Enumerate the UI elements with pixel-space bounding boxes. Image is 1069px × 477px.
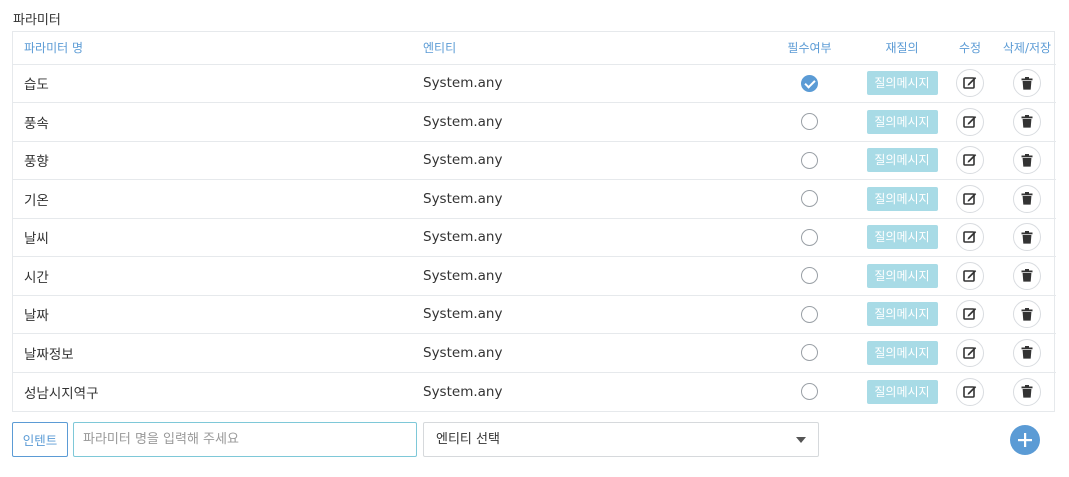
delete-button[interactable]: [1013, 338, 1041, 367]
delete-button[interactable]: [1013, 184, 1041, 213]
delete-button[interactable]: [1013, 107, 1041, 136]
required-radio[interactable]: [801, 190, 818, 208]
edit-button[interactable]: [956, 223, 984, 252]
header-edit: 수정: [942, 32, 998, 65]
trash-icon: [1021, 346, 1033, 359]
edit-button[interactable]: [956, 377, 984, 406]
delete-button[interactable]: [1013, 300, 1041, 329]
reask-message-button[interactable]: 질의메시지: [866, 302, 938, 327]
required-radio[interactable]: [801, 267, 818, 285]
required-radio[interactable]: [801, 151, 818, 169]
reask-message-button[interactable]: 질의메시지: [866, 379, 938, 404]
parameter-name: 성남시지역구: [24, 385, 99, 402]
add-parameter-bar: 인텐트 엔티티 선택: [12, 422, 1055, 458]
parameter-table: 파라미터 명 엔티티 필수여부 재질의 수정 삭제/저장 습도 System.a…: [12, 31, 1056, 412]
reask-message-button[interactable]: 질의메시지: [866, 71, 938, 96]
table-row: 성남시지역구 System.any 질의메시지: [13, 372, 1056, 411]
parameter-name: 시간: [13, 256, 423, 296]
plus-icon: [1018, 433, 1032, 447]
edit-button[interactable]: [956, 184, 984, 213]
table-row: 습도 System.any 질의메시지: [13, 64, 1056, 103]
edit-icon: [963, 308, 977, 321]
parameter-entity: System.any: [423, 64, 757, 103]
edit-button[interactable]: [956, 338, 984, 367]
edit-button[interactable]: [956, 107, 984, 136]
edit-button[interactable]: [956, 300, 984, 329]
table-row: 풍향 System.any 질의메시지: [13, 141, 1056, 180]
required-radio[interactable]: [801, 383, 818, 400]
parameter-entity: System.any: [423, 333, 757, 373]
required-radio[interactable]: [801, 113, 818, 131]
required-radio[interactable]: [801, 228, 818, 246]
edit-icon: [963, 192, 977, 205]
trash-icon: [1021, 307, 1033, 321]
trash-icon: [1021, 269, 1033, 282]
header-reask: 재질의: [862, 32, 942, 65]
table-row: 풍속 System.any 질의메시지: [13, 102, 1056, 142]
trash-icon: [1021, 192, 1033, 205]
delete-button[interactable]: [1013, 223, 1041, 252]
table-header-row: 파라미터 명 엔티티 필수여부 재질의 수정 삭제/저장: [13, 32, 1056, 65]
parameter-name: 습도: [13, 64, 423, 103]
entity-select-value: 엔티티 선택: [436, 432, 500, 447]
edit-icon: [963, 231, 977, 244]
parameter-name: 날씨: [13, 218, 423, 257]
table-row: 날씨 System.any 질의메시지: [13, 218, 1056, 257]
reask-message-button[interactable]: 질의메시지: [866, 263, 938, 288]
parameter-name: 풍향: [13, 141, 423, 180]
table-row: 날짜정보 System.any 질의메시지: [13, 333, 1056, 373]
add-parameter-button[interactable]: [1010, 425, 1040, 455]
reask-message-button[interactable]: 질의메시지: [866, 340, 938, 365]
delete-button[interactable]: [1013, 146, 1041, 175]
parameter-name: 날짜정보: [13, 333, 423, 373]
trash-icon: [1021, 115, 1033, 128]
edit-button[interactable]: [956, 261, 984, 290]
parameter-name: 기온: [13, 179, 423, 219]
parameter-name-input[interactable]: [73, 422, 417, 457]
caret-down-icon: [796, 437, 806, 443]
intent-button[interactable]: 인텐트: [12, 422, 68, 457]
section-title: 파라미터: [13, 13, 61, 28]
required-radio[interactable]: [801, 74, 818, 92]
parameter-entity: System.any: [423, 383, 503, 400]
table-row: 기온 System.any 질의메시지: [13, 179, 1056, 219]
edit-icon: [963, 115, 977, 128]
edit-icon: [963, 346, 977, 359]
parameter-entity: System.any: [423, 141, 757, 180]
header-entity: 엔티티: [423, 32, 757, 65]
delete-button[interactable]: [1013, 69, 1041, 98]
parameter-entity: System.any: [423, 102, 757, 142]
parameter-entity: System.any: [423, 256, 757, 296]
header-required: 필수여부: [757, 32, 862, 65]
table-row: 시간 System.any 질의메시지: [13, 256, 1056, 296]
edit-icon: [963, 385, 977, 398]
parameter-entity: System.any: [423, 179, 757, 219]
reask-message-button[interactable]: 질의메시지: [866, 225, 938, 250]
parameter-entity: System.any: [423, 295, 757, 334]
header-delete: 삭제/저장: [998, 32, 1056, 65]
required-radio[interactable]: [801, 344, 818, 362]
edit-icon: [963, 77, 977, 90]
entity-select[interactable]: 엔티티 선택: [423, 422, 819, 457]
edit-button[interactable]: [956, 146, 984, 175]
required-radio[interactable]: [801, 305, 818, 323]
delete-button[interactable]: [1013, 377, 1041, 406]
trash-icon: [1021, 385, 1033, 398]
trash-icon: [1021, 76, 1033, 90]
parameter-name: 날짜: [13, 295, 423, 334]
reask-message-button[interactable]: 질의메시지: [866, 148, 938, 173]
parameter-name: 풍속: [13, 102, 423, 142]
trash-icon: [1021, 153, 1033, 167]
edit-button[interactable]: [956, 69, 984, 98]
delete-button[interactable]: [1013, 261, 1041, 290]
header-name: 파라미터 명: [13, 32, 423, 65]
reask-message-button[interactable]: 질의메시지: [866, 109, 938, 134]
table-row: 날짜 System.any 질의메시지: [13, 295, 1056, 334]
edit-icon: [963, 154, 977, 167]
edit-icon: [963, 269, 977, 282]
parameter-entity: System.any: [423, 218, 757, 257]
reask-message-button[interactable]: 질의메시지: [866, 186, 938, 211]
trash-icon: [1021, 230, 1033, 244]
